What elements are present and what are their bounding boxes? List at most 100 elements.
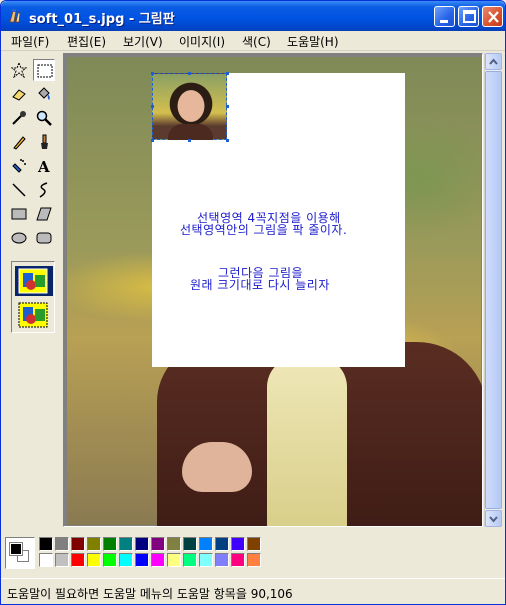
selection-handle[interactable] <box>226 72 229 75</box>
color-swatch[interactable] <box>39 537 53 551</box>
color-swatch[interactable] <box>71 537 85 551</box>
rectangle-icon <box>11 208 27 220</box>
menu-image[interactable]: 이미지(I) <box>179 33 225 50</box>
color-swatch[interactable] <box>55 537 69 551</box>
color-swatch[interactable] <box>215 553 229 567</box>
vertical-scrollbar[interactable] <box>484 53 502 527</box>
current-colors[interactable] <box>5 537 35 569</box>
tool-magnifier[interactable] <box>33 107 55 129</box>
color-swatch[interactable] <box>135 537 149 551</box>
color-swatch[interactable] <box>199 553 213 567</box>
color-swatch[interactable] <box>103 553 117 567</box>
pencil-icon <box>13 136 26 150</box>
color-swatch[interactable] <box>167 537 181 551</box>
transparent-selection-icon <box>18 302 48 328</box>
selection-handle[interactable] <box>188 72 191 75</box>
color-swatch[interactable] <box>39 553 53 567</box>
minimize-icon <box>440 20 448 23</box>
tool-eraser[interactable] <box>8 83 30 105</box>
canvas-note-line4: 원래 크기대로 다시 늘리자 <box>190 278 330 292</box>
airbrush-icon <box>12 159 26 173</box>
tool-text[interactable]: A <box>33 155 55 177</box>
foreground-color <box>9 542 23 556</box>
color-swatch[interactable] <box>87 553 101 567</box>
title-bar[interactable]: soft_01_s.jpg - 그림판 <box>1 1 505 31</box>
opaque-selection-option[interactable] <box>15 266 53 296</box>
color-swatch[interactable] <box>215 537 229 551</box>
color-swatch[interactable] <box>71 553 85 567</box>
color-swatch[interactable] <box>103 537 117 551</box>
magnifier-icon <box>36 110 52 126</box>
color-swatch[interactable] <box>183 537 197 551</box>
shirt-shape <box>267 357 347 526</box>
ellipse-icon <box>11 232 27 244</box>
tool-rectangle[interactable] <box>8 203 30 225</box>
minimize-button[interactable] <box>434 6 455 27</box>
canvas-note-line2: 선택영역안의 그림을 팍 줄이자. <box>180 223 348 237</box>
scroll-down-button[interactable] <box>485 510 502 527</box>
color-swatch[interactable] <box>167 553 181 567</box>
tool-brush[interactable] <box>33 131 55 153</box>
menu-help[interactable]: 도움말(H) <box>287 33 339 50</box>
line-icon <box>12 183 26 197</box>
color-swatch[interactable] <box>151 553 165 567</box>
brush-icon <box>41 134 48 149</box>
selection-handle[interactable] <box>151 139 154 142</box>
tool-fill[interactable] <box>33 83 55 105</box>
color-swatch[interactable] <box>119 553 133 567</box>
opaque-selection-icon <box>18 268 48 294</box>
color-swatch[interactable] <box>247 537 261 551</box>
free-form-select-icon <box>11 62 27 78</box>
color-swatch[interactable] <box>55 553 69 567</box>
color-swatch[interactable] <box>199 537 213 551</box>
toolbox: A <box>5 57 57 527</box>
tool-polygon[interactable] <box>33 203 55 225</box>
text-icon: A <box>37 158 50 174</box>
color-swatch[interactable] <box>135 553 149 567</box>
selection-handle[interactable] <box>151 72 154 75</box>
rounded-rect-icon <box>36 232 52 244</box>
chevron-down-icon <box>489 516 498 523</box>
svg-text:A: A <box>37 158 50 174</box>
color-swatch[interactable] <box>231 537 245 551</box>
tool-pick-color[interactable] <box>8 107 30 129</box>
maximize-button[interactable] <box>458 6 479 27</box>
color-swatch[interactable] <box>183 553 197 567</box>
menu-color[interactable]: 색(C) <box>242 33 271 50</box>
color-palette <box>1 531 505 577</box>
close-icon <box>488 11 499 23</box>
color-swatch[interactable] <box>247 553 261 567</box>
menu-view[interactable]: 보기(V) <box>123 33 163 50</box>
drawing-canvas[interactable]: 선택영역 4꼭지점을 이용해 선택영역안의 그림을 팍 줄이자. 그런다음 그림… <box>63 53 483 527</box>
tool-curve[interactable] <box>33 179 55 201</box>
hand-shape <box>182 442 252 492</box>
tool-rect-select[interactable] <box>33 59 55 81</box>
tool-ellipse[interactable] <box>8 227 30 249</box>
chevron-up-icon <box>489 58 498 65</box>
shrunk-selection-thumbnail[interactable] <box>152 73 227 140</box>
selection-handle[interactable] <box>188 139 191 142</box>
color-swatch[interactable] <box>119 537 133 551</box>
rect-select-icon <box>37 64 53 78</box>
tool-rounded-rect[interactable] <box>33 227 55 249</box>
color-swatch[interactable] <box>87 537 101 551</box>
selection-handle[interactable] <box>151 105 154 108</box>
menu-file[interactable]: 파일(F) <box>11 33 49 50</box>
paint-app-icon[interactable] <box>7 8 23 24</box>
menu-edit[interactable]: 편집(E) <box>67 33 106 50</box>
scroll-thumb[interactable] <box>485 71 502 509</box>
window-title: soft_01_s.jpg - 그림판 <box>29 12 175 27</box>
selection-handle[interactable] <box>226 105 229 108</box>
color-swatch[interactable] <box>151 537 165 551</box>
maximize-icon <box>463 10 476 23</box>
color-swatch[interactable] <box>231 553 245 567</box>
tool-pencil[interactable] <box>8 131 30 153</box>
scroll-up-button[interactable] <box>485 53 502 70</box>
close-button[interactable] <box>482 6 503 27</box>
tool-airbrush[interactable] <box>8 155 30 177</box>
transparent-selection-option[interactable] <box>15 300 53 330</box>
polygon-icon <box>36 207 52 221</box>
selection-handle[interactable] <box>226 139 229 142</box>
tool-line[interactable] <box>8 179 30 201</box>
tool-free-form-select[interactable] <box>8 59 30 81</box>
